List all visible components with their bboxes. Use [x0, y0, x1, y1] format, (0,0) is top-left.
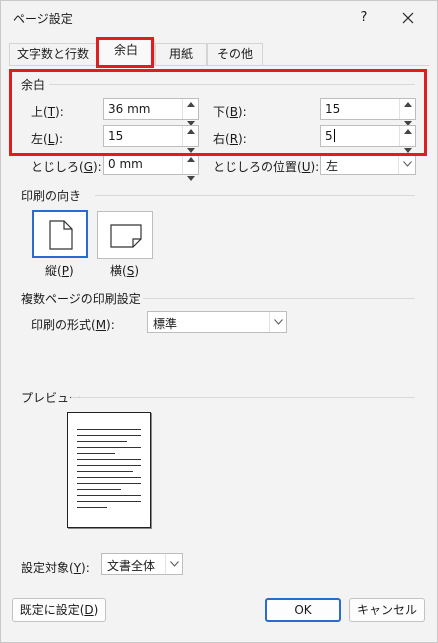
right-margin-spinner[interactable]: 5 — [320, 125, 416, 153]
pages-section-title: 複数ページの印刷設定 — [21, 292, 141, 306]
preview-page-thumbnail — [67, 412, 151, 528]
chevron-down-icon — [274, 319, 283, 325]
pages-divider — [143, 298, 415, 299]
tab-margins[interactable]: 余白 — [97, 39, 155, 66]
right-margin-text: 5 — [325, 129, 333, 143]
title-bar: ページ設定 ? — [1, 1, 437, 35]
preview-text-line — [77, 477, 141, 478]
top-margin-value: 36 mm — [108, 102, 151, 116]
increment-button[interactable] — [183, 126, 199, 136]
preview-divider — [71, 397, 415, 398]
spinner-arrows — [399, 99, 416, 126]
preview-text-line — [77, 501, 141, 502]
decrement-button[interactable] — [183, 164, 199, 181]
top-margin-spinner[interactable]: 36 mm — [103, 98, 199, 126]
increment-button[interactable] — [400, 126, 416, 136]
arrow-up-icon — [404, 102, 412, 107]
bottom-margin-label: 下(B): — [213, 105, 247, 119]
chevron-down-icon — [403, 161, 412, 167]
spinner-arrows — [182, 154, 199, 181]
orientation-divider — [95, 195, 415, 196]
spinner-arrows — [182, 126, 199, 153]
window-title: ページ設定 — [13, 12, 73, 26]
dropdown-button[interactable] — [398, 154, 415, 174]
landscape-button[interactable] — [97, 211, 153, 259]
preview-text-line — [77, 489, 121, 490]
preview-text-line — [77, 495, 141, 496]
chevron-down-icon — [170, 561, 179, 567]
gutter-position-value: 左 — [326, 159, 339, 173]
spinner-arrows — [399, 126, 416, 153]
text-caret — [333, 129, 335, 142]
tab-characters-lines[interactable]: 文字数と行数 — [9, 43, 97, 65]
tab-paper[interactable]: 用紙 — [155, 43, 207, 65]
preview-text-line — [77, 447, 141, 448]
gutter-position-label: とじしろの位置(U): — [213, 160, 320, 174]
print-format-label: 印刷の形式(M): — [31, 318, 115, 332]
preview-text-line — [77, 459, 141, 460]
preview-text-line — [77, 429, 141, 430]
left-margin-value: 15 — [108, 129, 124, 143]
print-format-select[interactable]: 標準 — [147, 311, 287, 333]
decrement-button[interactable] — [400, 109, 416, 126]
gutter-position-select[interactable]: 左 — [320, 153, 416, 175]
tab-other[interactable]: その他 — [207, 43, 263, 65]
portrait-label: 縦(P) — [45, 264, 74, 278]
decrement-button[interactable] — [183, 136, 199, 153]
arrow-up-icon — [187, 129, 195, 134]
top-margin-label: 上(T): — [31, 105, 64, 119]
landscape-page-icon — [110, 224, 142, 248]
ok-button[interactable]: OK — [265, 598, 341, 622]
arrow-up-icon — [187, 102, 195, 107]
orientation-section-title: 印刷の向き — [21, 189, 82, 203]
right-margin-label: 右(R): — [213, 132, 247, 146]
spinner-arrows — [182, 99, 199, 126]
margins-divider — [49, 84, 415, 85]
landscape-label: 横(S) — [110, 264, 139, 278]
portrait-page-icon — [49, 220, 73, 250]
increment-button[interactable] — [183, 99, 199, 109]
close-icon — [402, 12, 414, 24]
close-button[interactable] — [391, 1, 425, 35]
apply-to-label: 設定対象(Y): — [21, 561, 90, 575]
arrow-down-icon — [187, 176, 195, 181]
dropdown-button[interactable] — [165, 554, 182, 574]
margins-section-title: 余白 — [21, 78, 46, 92]
arrow-up-icon — [187, 157, 195, 162]
preview-text-line — [77, 507, 107, 508]
left-margin-spinner[interactable]: 15 — [103, 125, 199, 153]
preview-text-line — [77, 471, 133, 472]
increment-button[interactable] — [183, 154, 199, 164]
preview-text-line — [77, 453, 115, 454]
gutter-spinner[interactable]: 0 mm — [103, 153, 199, 181]
bottom-margin-spinner[interactable]: 15 — [320, 98, 416, 126]
portrait-button[interactable] — [32, 210, 88, 258]
left-margin-label: 左(L): — [31, 132, 64, 146]
apply-to-select[interactable]: 文書全体 — [101, 553, 183, 575]
preview-text-line — [77, 465, 141, 466]
decrement-button[interactable] — [400, 136, 416, 153]
print-format-value: 標準 — [153, 317, 178, 331]
help-button[interactable]: ? — [347, 1, 381, 35]
increment-button[interactable] — [400, 99, 416, 109]
apply-to-value: 文書全体 — [107, 559, 156, 573]
arrow-up-icon — [404, 129, 412, 134]
bottom-margin-value: 15 — [325, 102, 341, 116]
preview-text-line — [77, 483, 141, 484]
right-margin-value: 5 — [325, 129, 335, 143]
decrement-button[interactable] — [183, 109, 199, 126]
set-default-button[interactable]: 既定に設定(D) — [12, 598, 106, 622]
dropdown-button[interactable] — [269, 312, 286, 332]
page-setup-dialog: ページ設定 ? 文字数と行数 余白 用紙 その他 余白 上(T): 36 mm … — [0, 0, 438, 643]
preview-text-line — [77, 435, 141, 436]
cancel-button[interactable]: キャンセル — [349, 598, 425, 622]
preview-text-line — [77, 441, 127, 442]
gutter-label: とじしろ(G): — [31, 160, 102, 174]
gutter-value: 0 mm — [108, 157, 143, 171]
